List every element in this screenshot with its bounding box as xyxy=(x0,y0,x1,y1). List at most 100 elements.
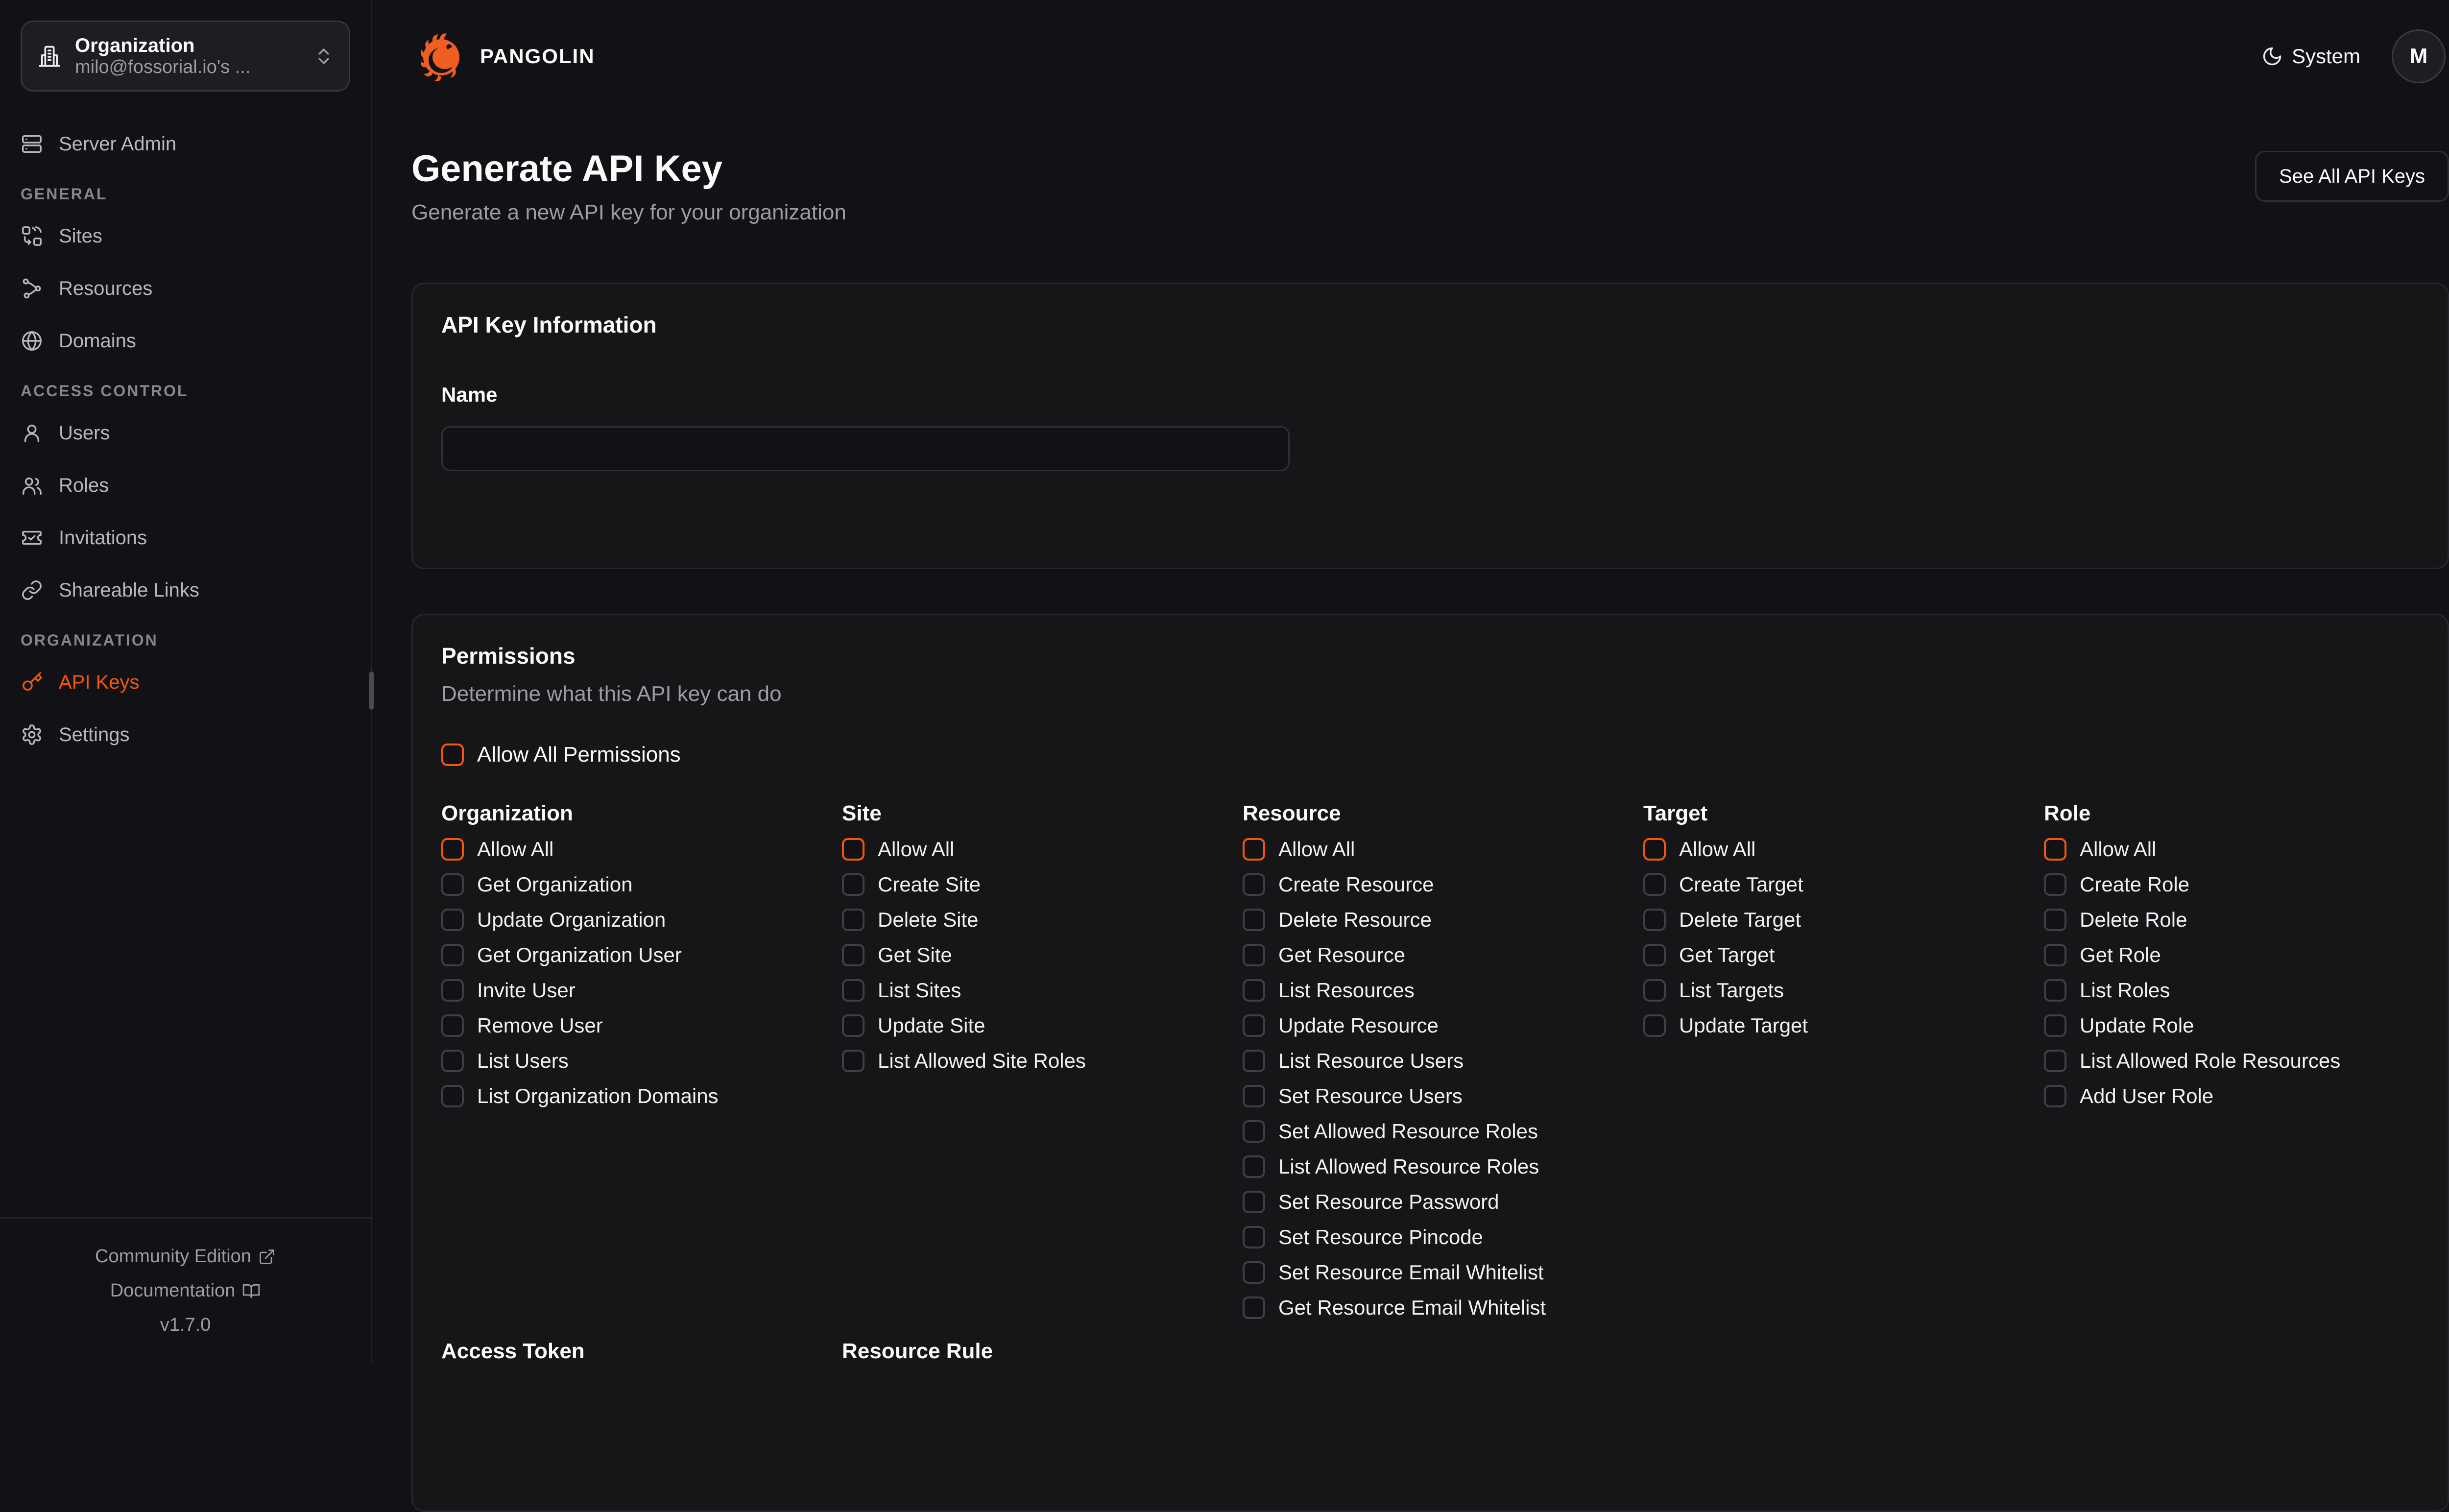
sidebar-resize-handle[interactable] xyxy=(369,672,374,710)
permission-row[interactable]: List Resources xyxy=(1243,973,1643,1008)
allow-all-permissions-checkbox[interactable] xyxy=(441,744,464,766)
permission-row[interactable]: List Users xyxy=(441,1043,842,1079)
sidebar-item-sites[interactable]: Sites xyxy=(21,217,350,255)
permission-row[interactable]: Get Resource xyxy=(1243,937,1643,973)
permission-row-allow-all[interactable]: Allow All xyxy=(842,832,1243,867)
permission-checkbox[interactable] xyxy=(2044,1014,2066,1037)
sidebar-item-settings[interactable]: Settings xyxy=(21,716,350,753)
permission-row[interactable]: Create Resource xyxy=(1243,867,1643,902)
permission-checkbox[interactable] xyxy=(2044,909,2066,931)
permission-row[interactable]: Add User Role xyxy=(2044,1079,2445,1114)
permission-checkbox[interactable] xyxy=(1243,873,1265,896)
permission-row[interactable]: Create Role xyxy=(2044,867,2445,902)
brand[interactable]: PANGOLIN xyxy=(416,31,595,82)
permission-row[interactable]: Update Site xyxy=(842,1008,1243,1043)
permission-checkbox[interactable] xyxy=(1243,1226,1265,1248)
allow-all-checkbox[interactable] xyxy=(842,838,864,861)
permission-row[interactable]: Get Resource Email Whitelist xyxy=(1243,1290,1643,1325)
permission-row[interactable]: Get Site xyxy=(842,937,1243,973)
permission-row[interactable]: Update Target xyxy=(1643,1008,2044,1043)
see-all-api-keys-button[interactable]: See All API Keys xyxy=(2255,151,2449,202)
permission-row[interactable]: Update Role xyxy=(2044,1008,2445,1043)
permission-checkbox[interactable] xyxy=(441,873,464,896)
allow-all-checkbox[interactable] xyxy=(1243,838,1265,861)
permission-checkbox[interactable] xyxy=(1243,1120,1265,1143)
permission-checkbox[interactable] xyxy=(842,1050,864,1072)
allow-all-permissions-row[interactable]: Allow All Permissions xyxy=(441,743,2419,767)
sidebar-item-invitations[interactable]: Invitations xyxy=(21,519,350,556)
permission-checkbox[interactable] xyxy=(2044,944,2066,966)
permission-row[interactable]: Update Resource xyxy=(1243,1008,1643,1043)
allow-all-checkbox[interactable] xyxy=(441,838,464,861)
permission-checkbox[interactable] xyxy=(1243,944,1265,966)
permission-checkbox[interactable] xyxy=(2044,979,2066,1002)
permission-row[interactable]: Delete Resource xyxy=(1243,902,1643,937)
permission-row[interactable]: Invite User xyxy=(441,973,842,1008)
permission-checkbox[interactable] xyxy=(1243,909,1265,931)
permission-row[interactable]: Delete Site xyxy=(842,902,1243,937)
permission-row-allow-all[interactable]: Allow All xyxy=(441,832,842,867)
permission-checkbox[interactable] xyxy=(1643,944,1666,966)
permission-checkbox[interactable] xyxy=(1243,1261,1265,1284)
permission-checkbox[interactable] xyxy=(1243,1191,1265,1213)
permission-row-allow-all[interactable]: Allow All xyxy=(1643,832,2044,867)
theme-toggle[interactable]: System xyxy=(2261,45,2360,68)
permission-row[interactable]: Get Organization xyxy=(441,867,842,902)
permission-checkbox[interactable] xyxy=(1643,873,1666,896)
permission-row[interactable]: List Targets xyxy=(1643,973,2044,1008)
permission-checkbox[interactable] xyxy=(1243,1155,1265,1178)
permission-row[interactable]: Set Allowed Resource Roles xyxy=(1243,1114,1643,1149)
permission-row[interactable]: List Allowed Site Roles xyxy=(842,1043,1243,1079)
permission-checkbox[interactable] xyxy=(441,1014,464,1037)
permission-checkbox[interactable] xyxy=(2044,873,2066,896)
permission-row[interactable]: Delete Role xyxy=(2044,902,2445,937)
permission-row[interactable]: Set Resource Email Whitelist xyxy=(1243,1255,1643,1290)
permission-row[interactable]: Set Resource Password xyxy=(1243,1184,1643,1220)
permission-checkbox[interactable] xyxy=(441,944,464,966)
permission-row[interactable]: Set Resource Users xyxy=(1243,1079,1643,1114)
permission-row[interactable]: List Allowed Resource Roles xyxy=(1243,1149,1643,1184)
documentation-link[interactable]: Documentation xyxy=(10,1280,361,1301)
permission-checkbox[interactable] xyxy=(1243,979,1265,1002)
sidebar-item-shareable-links[interactable]: Shareable Links xyxy=(21,572,350,609)
api-key-name-input[interactable] xyxy=(441,426,1290,471)
permission-checkbox[interactable] xyxy=(441,909,464,931)
permission-checkbox[interactable] xyxy=(1243,1085,1265,1107)
permission-checkbox[interactable] xyxy=(842,944,864,966)
sidebar-item-roles[interactable]: Roles xyxy=(21,467,350,504)
permission-row-allow-all[interactable]: Allow All xyxy=(1243,832,1643,867)
org-selector[interactable]: Organization milo@fossorial.io's ... xyxy=(21,21,350,92)
permission-row-allow-all[interactable]: Allow All xyxy=(2044,832,2445,867)
sidebar-item-domains[interactable]: Domains xyxy=(21,322,350,360)
permission-checkbox[interactable] xyxy=(1643,1014,1666,1037)
permission-checkbox[interactable] xyxy=(2044,1050,2066,1072)
permission-row[interactable]: List Organization Domains xyxy=(441,1079,842,1114)
permission-checkbox[interactable] xyxy=(842,909,864,931)
permission-checkbox[interactable] xyxy=(441,979,464,1002)
permission-checkbox[interactable] xyxy=(1243,1014,1265,1037)
permission-row[interactable]: Get Target xyxy=(1643,937,2044,973)
permission-checkbox[interactable] xyxy=(842,1014,864,1037)
permission-row[interactable]: Delete Target xyxy=(1643,902,2044,937)
permission-row[interactable]: Create Site xyxy=(842,867,1243,902)
permission-row[interactable]: Update Organization xyxy=(441,902,842,937)
permission-checkbox[interactable] xyxy=(842,979,864,1002)
sidebar-item-server-admin[interactable]: Server Admin xyxy=(21,125,350,163)
avatar[interactable]: M xyxy=(2392,29,2446,83)
permission-row[interactable]: List Roles xyxy=(2044,973,2445,1008)
sidebar-item-resources[interactable]: Resources xyxy=(21,270,350,307)
sidebar-item-api-keys[interactable]: API Keys xyxy=(21,664,350,701)
permission-checkbox[interactable] xyxy=(1643,909,1666,931)
permission-row[interactable]: List Allowed Role Resources xyxy=(2044,1043,2445,1079)
allow-all-checkbox[interactable] xyxy=(2044,838,2066,861)
sidebar-item-users[interactable]: Users xyxy=(21,414,350,452)
permission-checkbox[interactable] xyxy=(441,1085,464,1107)
community-edition-link[interactable]: Community Edition xyxy=(10,1246,361,1267)
permission-row[interactable]: Get Role xyxy=(2044,937,2445,973)
permission-checkbox[interactable] xyxy=(2044,1085,2066,1107)
permission-row[interactable]: Set Resource Pincode xyxy=(1243,1220,1643,1255)
permission-row[interactable]: List Resource Users xyxy=(1243,1043,1643,1079)
permission-row[interactable]: List Sites xyxy=(842,973,1243,1008)
permission-checkbox[interactable] xyxy=(441,1050,464,1072)
permission-row[interactable]: Remove User xyxy=(441,1008,842,1043)
